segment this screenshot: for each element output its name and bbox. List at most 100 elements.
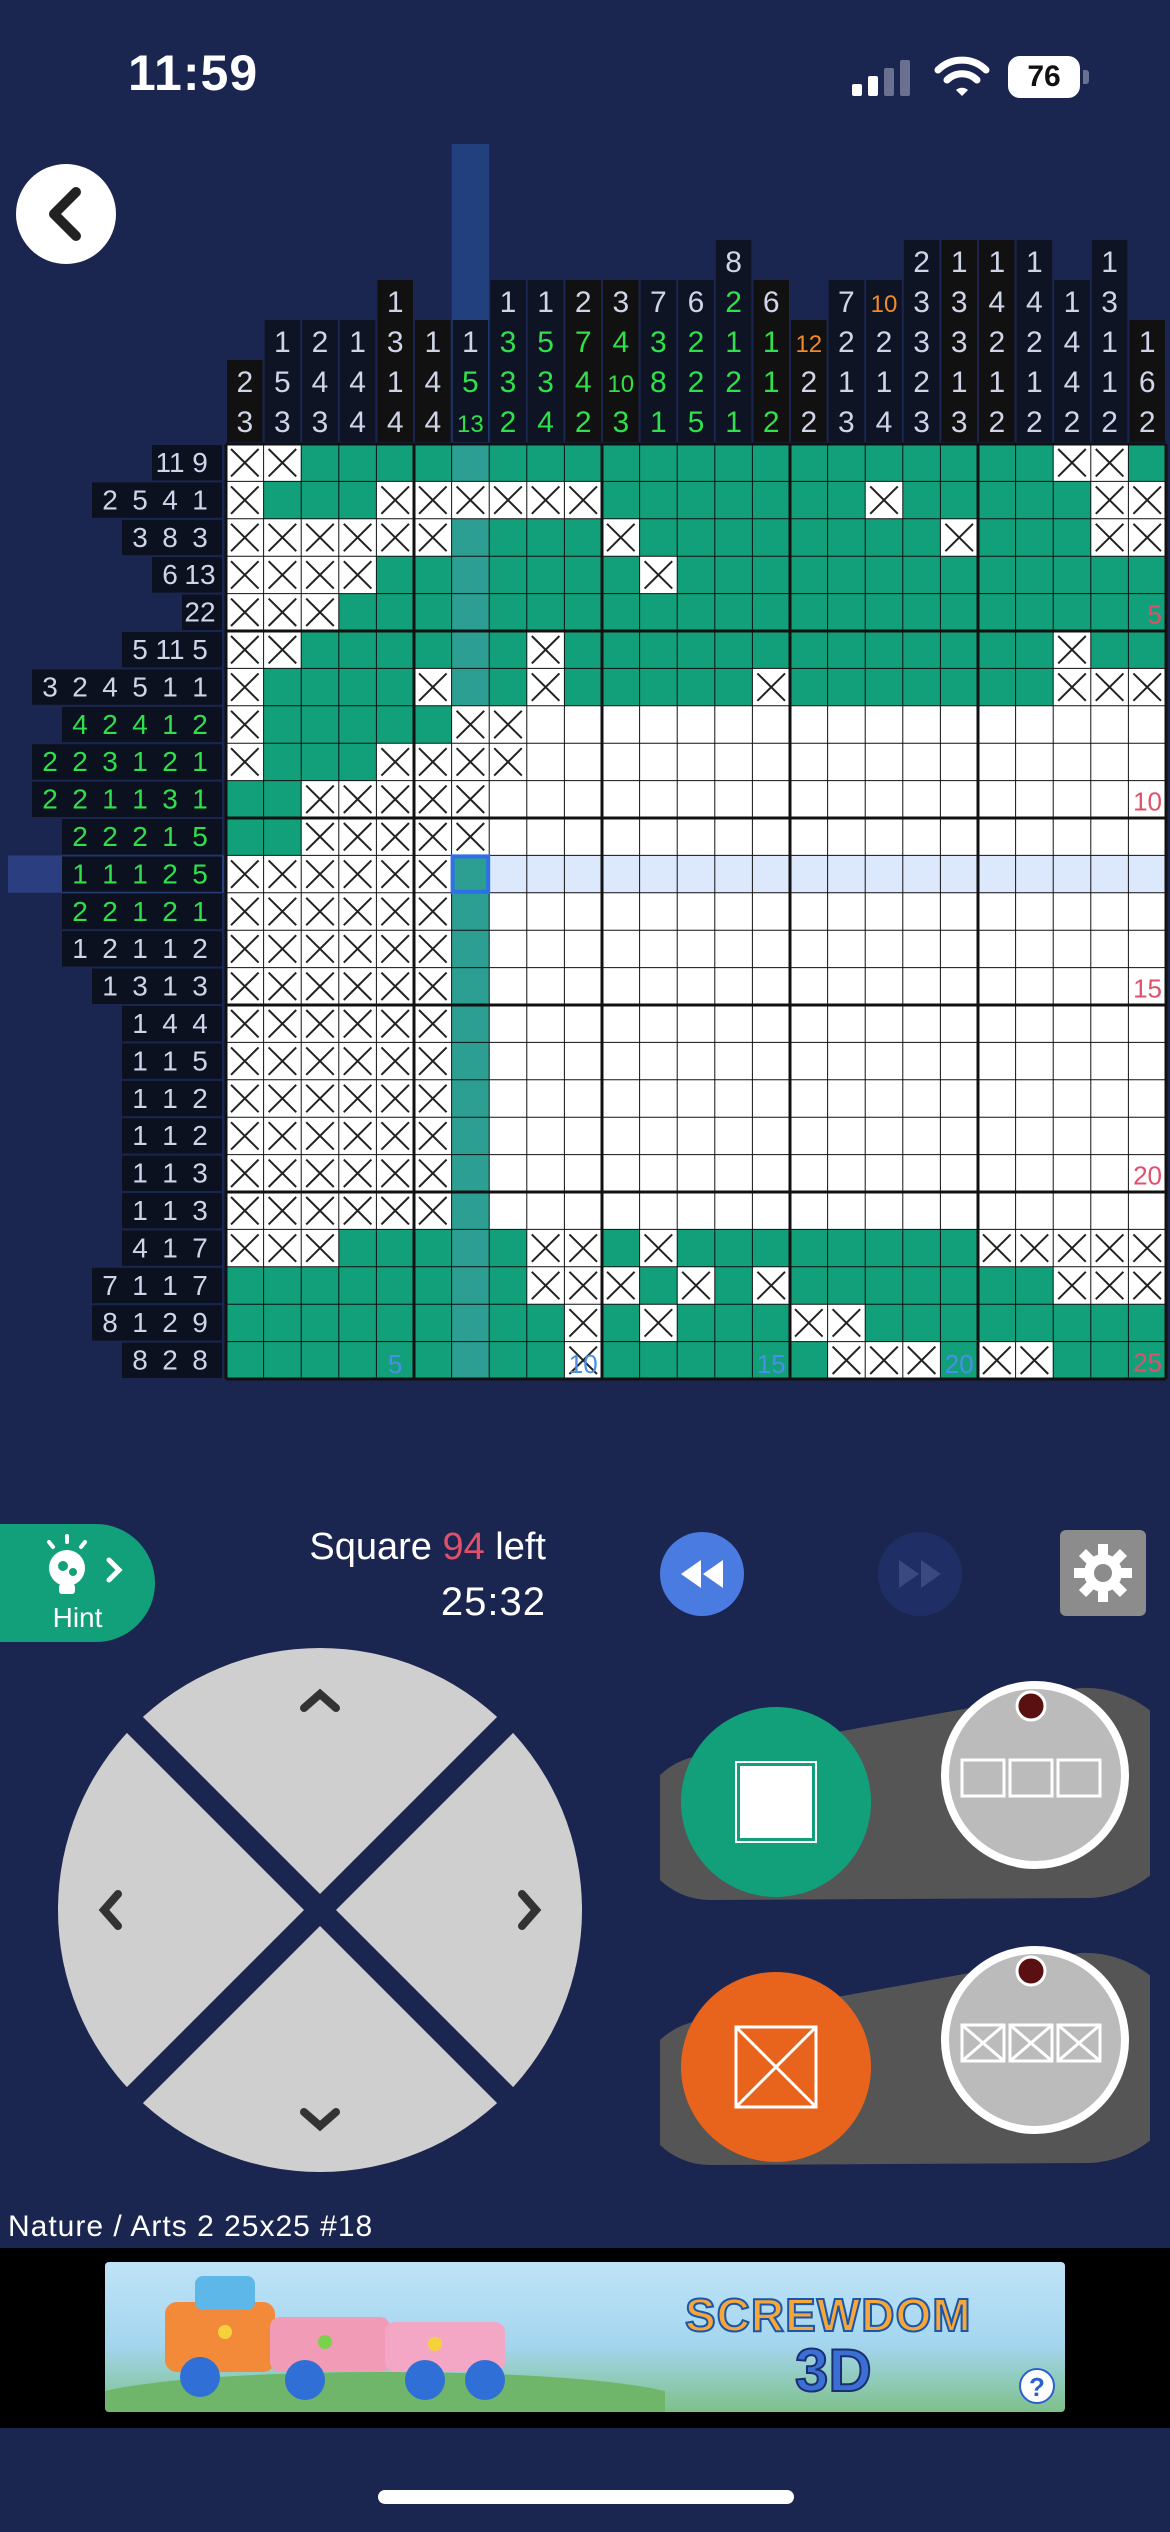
- grid-cell[interactable]: [602, 1117, 640, 1155]
- grid-cell[interactable]: [940, 481, 978, 519]
- grid-cell[interactable]: [752, 1304, 790, 1342]
- grid-cell[interactable]: [978, 1117, 1016, 1155]
- grid-cell[interactable]: [1053, 1005, 1091, 1043]
- grid-cell[interactable]: [978, 593, 1016, 631]
- grid-cell[interactable]: [489, 1154, 527, 1192]
- grid-cell[interactable]: [1015, 1154, 1054, 1192]
- grid-cell[interactable]: [451, 668, 490, 706]
- grid-cell[interactable]: [1015, 1042, 1054, 1080]
- grid-cell[interactable]: [564, 444, 602, 482]
- grid-cell[interactable]: [865, 1304, 903, 1342]
- grid-cell[interactable]: [902, 855, 941, 893]
- grid-cell[interactable]: [639, 444, 678, 482]
- grid-cell[interactable]: [978, 1266, 1016, 1305]
- grid-cell[interactable]: [1053, 1192, 1091, 1230]
- grid-cell[interactable]: [865, 1154, 903, 1192]
- grid-cell[interactable]: [489, 1042, 527, 1080]
- grid-cell[interactable]: [1128, 818, 1166, 856]
- grid-cell[interactable]: [714, 1192, 753, 1230]
- grid-cell[interactable]: [1053, 705, 1091, 744]
- grid-cell[interactable]: [752, 892, 790, 931]
- grid-cell[interactable]: [902, 1005, 941, 1043]
- grid-cell[interactable]: [639, 1005, 678, 1043]
- grid-cell[interactable]: [978, 967, 1016, 1005]
- grid-cell[interactable]: [451, 967, 490, 1005]
- grid-cell[interactable]: [1015, 518, 1054, 557]
- grid-cell[interactable]: [940, 930, 978, 968]
- grid-cell[interactable]: [338, 1341, 377, 1379]
- grid-cell[interactable]: [752, 1229, 790, 1267]
- cross-mode-toggle[interactable]: [660, 1925, 1150, 2195]
- grid-cell[interactable]: [376, 1304, 414, 1342]
- grid-cell[interactable]: [677, 818, 715, 856]
- grid-cell[interactable]: [526, 743, 565, 781]
- grid-cell[interactable]: [827, 1079, 866, 1118]
- grid-cell[interactable]: [1090, 1117, 1129, 1155]
- grid-cell[interactable]: [376, 705, 414, 744]
- grid-cell[interactable]: [489, 556, 527, 594]
- grid-cell[interactable]: [564, 780, 602, 818]
- grid-cell[interactable]: [940, 705, 978, 744]
- grid-cell[interactable]: [564, 668, 602, 706]
- grid-cell[interactable]: [602, 743, 640, 781]
- grid-cell[interactable]: [865, 855, 903, 893]
- grid-cell[interactable]: [752, 1005, 790, 1043]
- grid-cell[interactable]: [526, 518, 565, 557]
- grid-cell[interactable]: [1053, 1079, 1091, 1118]
- grid-cell[interactable]: [1015, 967, 1054, 1005]
- grid-cell[interactable]: [902, 1266, 941, 1305]
- grid-cell[interactable]: [677, 668, 715, 706]
- grid-cell[interactable]: [752, 967, 790, 1005]
- grid-cell[interactable]: [714, 1005, 753, 1043]
- grid-cell[interactable]: [1090, 780, 1129, 818]
- grid-cell[interactable]: [940, 1192, 978, 1230]
- nonogram-board[interactable]: 2315324314413141441513133215342742341037…: [0, 130, 1170, 1390]
- grid-cell[interactable]: [714, 1154, 753, 1192]
- grid-cell[interactable]: [1053, 967, 1091, 1005]
- grid-cell[interactable]: [301, 705, 339, 744]
- grid-cell[interactable]: [639, 593, 678, 631]
- grid-cell[interactable]: [978, 743, 1016, 781]
- grid-cell[interactable]: [940, 1042, 978, 1080]
- grid-cell[interactable]: [978, 518, 1016, 557]
- grid-cell[interactable]: [639, 967, 678, 1005]
- grid-cell[interactable]: [865, 818, 903, 856]
- grid-cell[interactable]: [489, 518, 527, 557]
- grid-cell[interactable]: [677, 1229, 715, 1267]
- grid-cell[interactable]: [376, 631, 414, 669]
- grid-cell[interactable]: [526, 444, 565, 482]
- grid-cell[interactable]: [940, 631, 978, 669]
- grid-cell[interactable]: [940, 593, 978, 631]
- grid-cell[interactable]: [1128, 1042, 1166, 1080]
- grid-cell[interactable]: [489, 1266, 527, 1305]
- grid-cell[interactable]: [790, 1117, 828, 1155]
- grid-cell[interactable]: [526, 1042, 565, 1080]
- grid-cell[interactable]: [827, 892, 866, 931]
- grid-cell[interactable]: [1090, 1192, 1129, 1230]
- selected-cell-cursor[interactable]: [450, 854, 491, 894]
- grid-cell[interactable]: [602, 556, 640, 594]
- grid-cell[interactable]: [1015, 780, 1054, 818]
- grid-cell[interactable]: [639, 1042, 678, 1080]
- grid-cell[interactable]: [226, 1341, 264, 1379]
- grid-cell[interactable]: [451, 444, 490, 482]
- fill-mode-toggle[interactable]: [660, 1660, 1150, 1930]
- grid-cell[interactable]: [263, 1341, 302, 1379]
- grid-cell[interactable]: [978, 668, 1016, 706]
- grid-cell[interactable]: [752, 780, 790, 818]
- grid-cell[interactable]: [790, 892, 828, 931]
- grid-cell[interactable]: [489, 1005, 527, 1043]
- grid-cell[interactable]: [1090, 1154, 1129, 1192]
- grid-cell[interactable]: [677, 1117, 715, 1155]
- grid-cell[interactable]: [752, 481, 790, 519]
- grid-cell[interactable]: [978, 1079, 1016, 1118]
- grid-cell[interactable]: [940, 1117, 978, 1155]
- grid-cell[interactable]: [714, 1042, 753, 1080]
- grid-cell[interactable]: [414, 1341, 452, 1379]
- grid-cell[interactable]: [301, 668, 339, 706]
- grid-cell[interactable]: [940, 556, 978, 594]
- grid-cell[interactable]: [1015, 705, 1054, 744]
- grid-cell[interactable]: [865, 780, 903, 818]
- grid-cell[interactable]: [978, 481, 1016, 519]
- grid-cell[interactable]: [1053, 855, 1091, 893]
